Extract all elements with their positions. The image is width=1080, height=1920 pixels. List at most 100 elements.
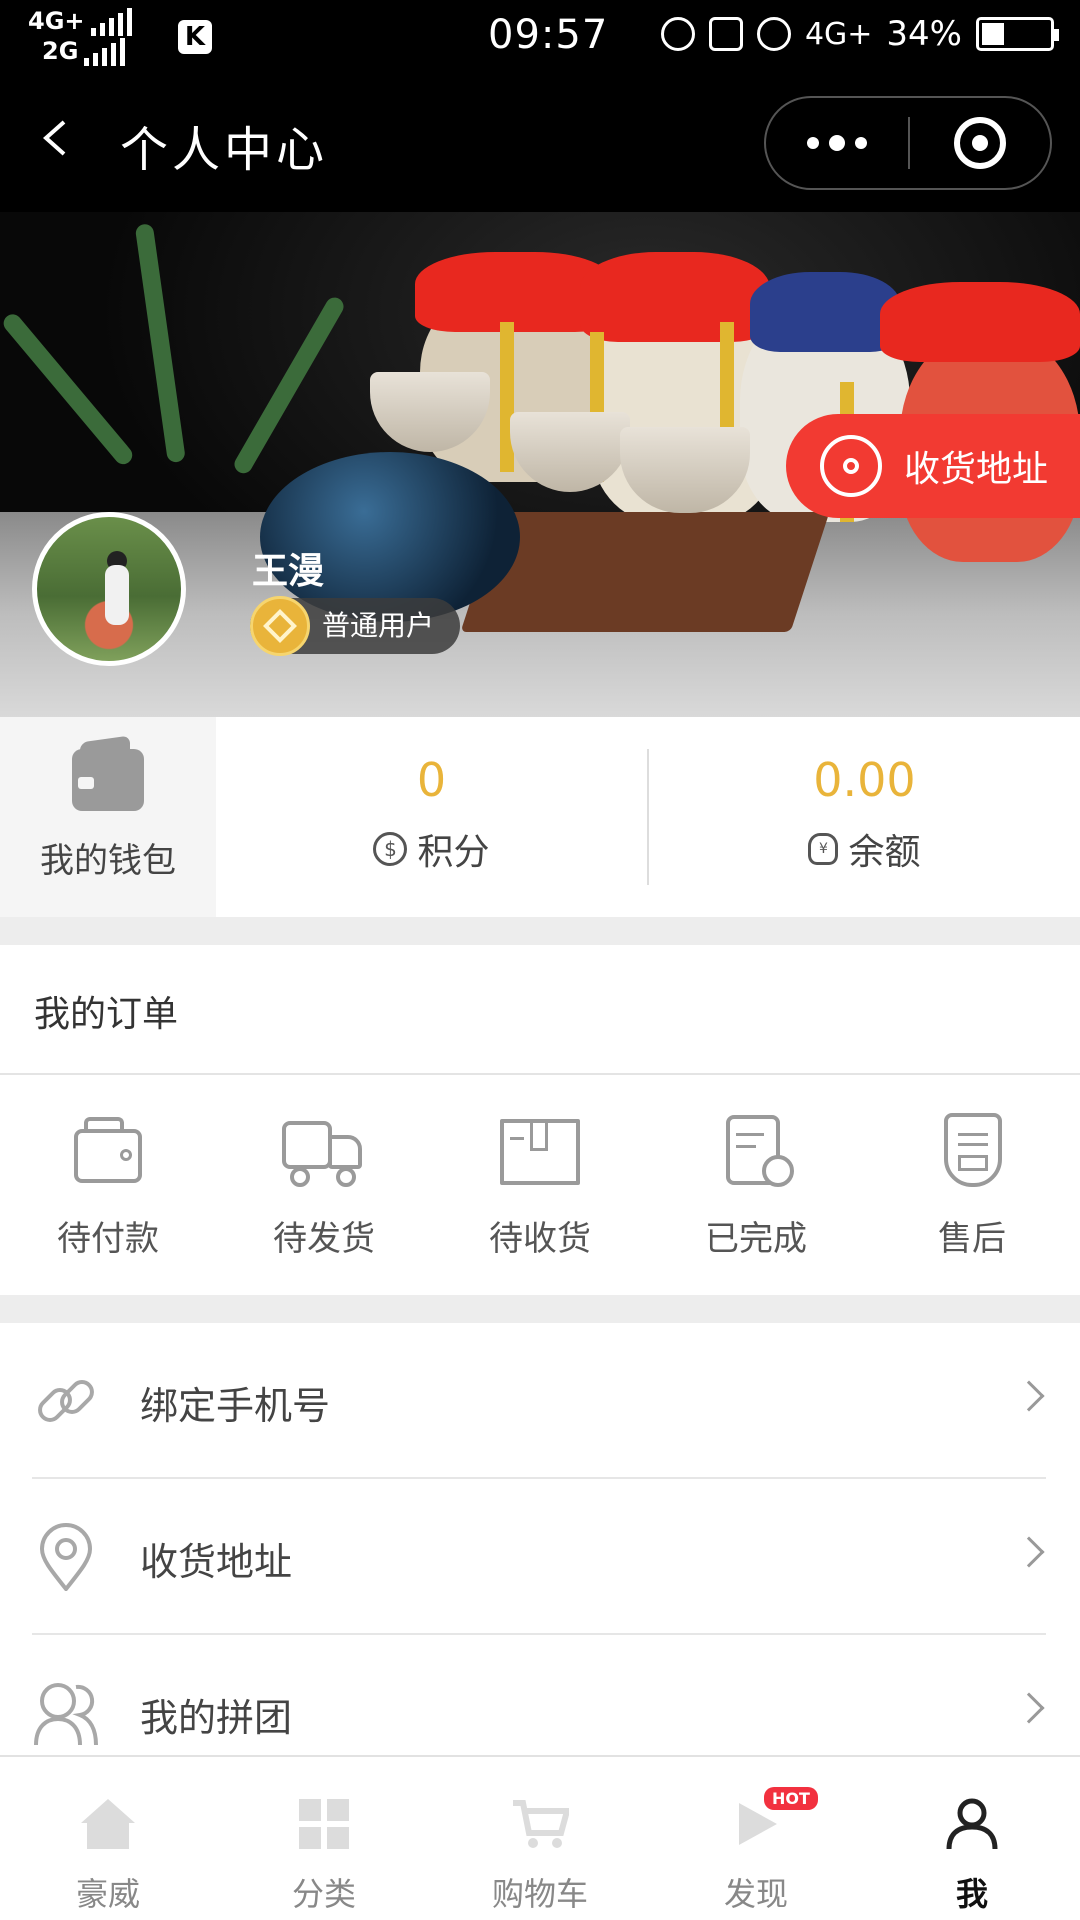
- order-label: 待收货: [489, 1219, 591, 1259]
- order-pending-payment[interactable]: 待付款: [0, 1077, 216, 1295]
- more-menu-button[interactable]: [766, 135, 908, 151]
- chevron-right-icon: [1013, 1692, 1045, 1724]
- order-after-sales[interactable]: 售后: [864, 1077, 1080, 1295]
- menu-label: 我的拼团: [140, 1696, 293, 1740]
- cart-icon: [513, 1800, 569, 1848]
- location-pin-icon: [820, 435, 882, 497]
- plant-leaf: [0, 310, 136, 468]
- status-time: 09:57: [488, 12, 609, 58]
- points-label: 积分: [417, 832, 490, 873]
- group-icon: [34, 1683, 98, 1746]
- back-arrow-icon[interactable]: [40, 120, 76, 156]
- wallet-icon: [66, 1113, 150, 1189]
- order-label: 已完成: [705, 1219, 807, 1259]
- my-orders-title: 我的订单: [34, 994, 179, 1035]
- jar-red-cloth: [580, 252, 770, 342]
- target-icon: [954, 117, 1006, 169]
- points-stat[interactable]: 0 $ 积分: [216, 717, 647, 917]
- blue-ceramic-vessel: [260, 452, 520, 622]
- points-value: 0: [416, 753, 447, 807]
- section-divider: [0, 1295, 1080, 1323]
- account-stats: 我的钱包 0 $ 积分 0.00 ¥ 余额: [0, 717, 1080, 917]
- chevron-right-icon: [1013, 1536, 1045, 1568]
- wallet-label: 我的钱包: [40, 841, 176, 881]
- tab-category[interactable]: 分类: [216, 1757, 432, 1920]
- page-title: 个人中心: [120, 122, 329, 178]
- category-grid-icon: [299, 1799, 349, 1849]
- coin-icon: $: [373, 832, 408, 866]
- bluetooth-icon: [660, 17, 695, 51]
- order-pending-shipment[interactable]: 待发货: [216, 1077, 432, 1295]
- package-icon: [498, 1113, 582, 1189]
- signal-bars-icon: [90, 8, 132, 36]
- dot-icon: [807, 137, 819, 149]
- plant-leaf: [231, 294, 347, 477]
- order-label: 待付款: [57, 1219, 159, 1259]
- wallet-icon: [72, 749, 144, 811]
- vip-diamond-icon: [250, 596, 310, 656]
- status-icons: 4G+ 34%: [660, 14, 1059, 54]
- link-icon: [38, 1380, 94, 1422]
- balance-value: 0.00: [813, 753, 916, 807]
- battery-icon: [976, 17, 1059, 51]
- network-type-primary: 4G+: [28, 7, 85, 35]
- menu-label: 绑定手机号: [140, 1384, 331, 1428]
- profile-page: 4G+ 2G K 09:57 4G+ 34% 个人中心 王漫 普通用户 收货地址…: [0, 0, 1080, 1920]
- tab-label: 豪威: [75, 1875, 140, 1913]
- order-completed[interactable]: 已完成: [648, 1077, 864, 1295]
- balance-stat[interactable]: 0.00 ¥ 余额: [649, 717, 1080, 917]
- tab-label: 我: [955, 1875, 988, 1913]
- dot-icon: [855, 137, 867, 149]
- jar-blue-cloth: [750, 272, 900, 352]
- menu-label: 收货地址: [140, 1540, 293, 1584]
- chevron-right-icon: [1013, 1380, 1045, 1412]
- tab-label: 购物车: [491, 1875, 588, 1913]
- mute-icon: [708, 17, 743, 51]
- menu-item-bind-phone[interactable]: 绑定手机号: [32, 1323, 1046, 1479]
- document-check-icon: [714, 1113, 798, 1189]
- member-level-label: 普通用户: [322, 609, 435, 642]
- order-label: 待发货: [273, 1219, 375, 1259]
- network-indicator: 4G+ 2G: [28, 6, 132, 66]
- after-sale-shield-icon: [930, 1113, 1014, 1189]
- status-bar: 4G+ 2G K 09:57 4G+ 34%: [0, 0, 1080, 76]
- close-miniprogram-button[interactable]: [910, 117, 1050, 169]
- user-icon: [946, 1798, 998, 1850]
- navigation-bar: 个人中心: [0, 76, 1080, 212]
- hot-badge: HOT: [764, 1787, 818, 1810]
- home-icon: [81, 1799, 135, 1849]
- location-pin-icon: [39, 1523, 93, 1591]
- app-notification-icon: K: [178, 20, 212, 54]
- menu-item-shipping-address[interactable]: 收货地址: [32, 1479, 1046, 1635]
- balance-label: 余额: [848, 832, 921, 873]
- alarm-icon: [756, 17, 791, 51]
- order-status-row: 待付款 待发货 待收货 已完成 售后: [0, 1077, 1080, 1295]
- dot-icon: [829, 135, 845, 151]
- tab-me[interactable]: 我: [864, 1757, 1080, 1920]
- settings-menu: 绑定手机号 收货地址 我的拼团: [0, 1323, 1080, 1791]
- battery-level: [982, 23, 1005, 45]
- order-pending-receipt[interactable]: 待收货: [432, 1077, 648, 1295]
- tab-cart[interactable]: 购物车: [432, 1757, 648, 1920]
- jar-red-cloth: [880, 282, 1080, 362]
- tab-label: 发现: [723, 1875, 788, 1913]
- section-divider: [0, 917, 1080, 945]
- network-type-secondary: 2G: [42, 37, 79, 65]
- tab-discover[interactable]: HOT 发现: [648, 1757, 864, 1920]
- truck-icon: [282, 1113, 366, 1189]
- plant-leaf: [134, 223, 186, 464]
- my-wallet-button[interactable]: 我的钱包: [0, 717, 216, 917]
- signal-bars-icon: [84, 38, 126, 66]
- order-label: 售后: [938, 1219, 1006, 1259]
- battery-percent: 34%: [886, 14, 962, 54]
- my-orders-header[interactable]: 我的订单: [0, 945, 1080, 1075]
- bottom-tab-bar: 豪威 分类 购物车 HOT 发现 我: [0, 1755, 1080, 1920]
- miniprogram-capsule: [764, 96, 1052, 190]
- avatar[interactable]: [32, 512, 186, 666]
- tab-label: 分类: [291, 1875, 356, 1913]
- network-type-right: 4G+: [804, 16, 873, 52]
- tab-home[interactable]: 豪威: [0, 1757, 216, 1920]
- member-level-badge: 普通用户: [250, 596, 461, 656]
- user-name: 王漫: [252, 551, 325, 592]
- shipping-address-button[interactable]: 收货地址: [786, 414, 1080, 518]
